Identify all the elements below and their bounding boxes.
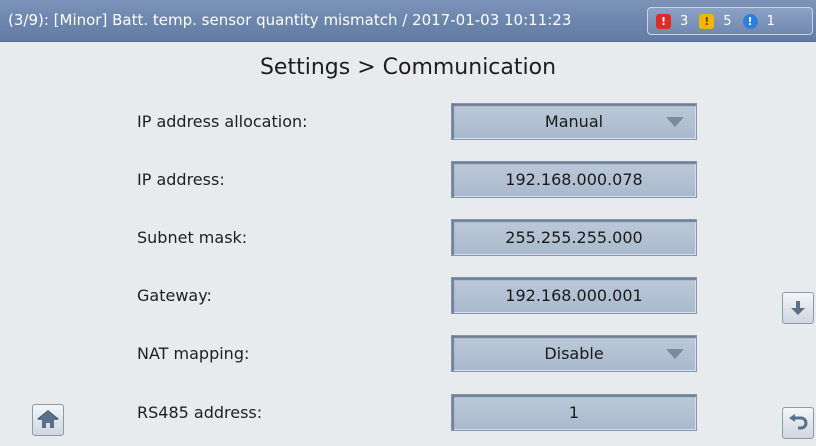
- back-button[interactable]: [782, 407, 814, 439]
- alarm-counts[interactable]: ! 3 ! 5 ! 1: [647, 7, 813, 35]
- ip-address-field[interactable]: 192.168.000.078: [451, 161, 697, 198]
- setting-row-rs485-address: RS485 address: 1: [0, 394, 816, 434]
- home-icon: [37, 410, 59, 428]
- setting-row-ip-address: IP address: 192.168.000.078: [0, 161, 816, 201]
- rs485-address-value: 1: [568, 403, 580, 422]
- alarm-bar[interactable]: (3/9): [Minor] Batt. temp. sensor quanti…: [0, 0, 816, 42]
- minor-alarm-count: ! 1: [742, 13, 775, 29]
- major-alarm-count: ! 5: [699, 13, 732, 29]
- gateway-value: 192.168.000.001: [505, 286, 643, 305]
- dropdown-arrow-icon: [666, 117, 684, 127]
- back-arrow-icon: [789, 414, 808, 430]
- rs485-address-field[interactable]: 1: [451, 394, 697, 431]
- ip-allocation-value: Manual: [544, 112, 604, 131]
- minor-count: 1: [766, 13, 775, 29]
- minor-alarm-icon: !: [742, 13, 758, 29]
- ip-address-value: 192.168.000.078: [505, 170, 643, 189]
- ip-address-label: IP address:: [137, 170, 225, 189]
- alarm-message[interactable]: (3/9): [Minor] Batt. temp. sensor quanti…: [8, 11, 650, 29]
- major-alarm-icon: !: [699, 13, 715, 29]
- nat-mapping-value: Disable: [544, 344, 604, 363]
- critical-alarm-count: ! 3: [656, 13, 689, 29]
- subnet-mask-label: Subnet mask:: [137, 228, 248, 247]
- critical-alarm-icon: !: [656, 13, 671, 29]
- subnet-mask-field[interactable]: 255.255.255.000: [451, 219, 697, 256]
- major-count: 5: [723, 13, 732, 29]
- nat-mapping-label: NAT mapping:: [137, 344, 250, 363]
- dropdown-arrow-icon: [666, 349, 684, 359]
- critical-count: 3: [680, 13, 689, 29]
- scroll-down-button[interactable]: [782, 292, 814, 324]
- gateway-label: Gateway:: [137, 286, 212, 305]
- home-button[interactable]: [32, 404, 64, 436]
- page-title: Settings > Communication: [259, 55, 557, 80]
- nat-mapping-dropdown[interactable]: Disable: [451, 335, 697, 372]
- gateway-field[interactable]: 192.168.000.001: [451, 277, 697, 314]
- setting-row-gateway: Gateway: 192.168.000.001: [0, 277, 816, 317]
- setting-row-nat-mapping: NAT mapping: Disable: [0, 335, 816, 375]
- arrow-down-icon: [791, 301, 805, 315]
- ip-allocation-dropdown[interactable]: Manual: [451, 103, 697, 140]
- rs485-address-label: RS485 address:: [137, 403, 263, 422]
- setting-row-ip-allocation: IP address allocation: Manual: [0, 103, 816, 143]
- subnet-mask-value: 255.255.255.000: [505, 228, 643, 247]
- setting-row-subnet-mask: Subnet mask: 255.255.255.000: [0, 219, 816, 259]
- ip-allocation-label: IP address allocation:: [137, 112, 308, 131]
